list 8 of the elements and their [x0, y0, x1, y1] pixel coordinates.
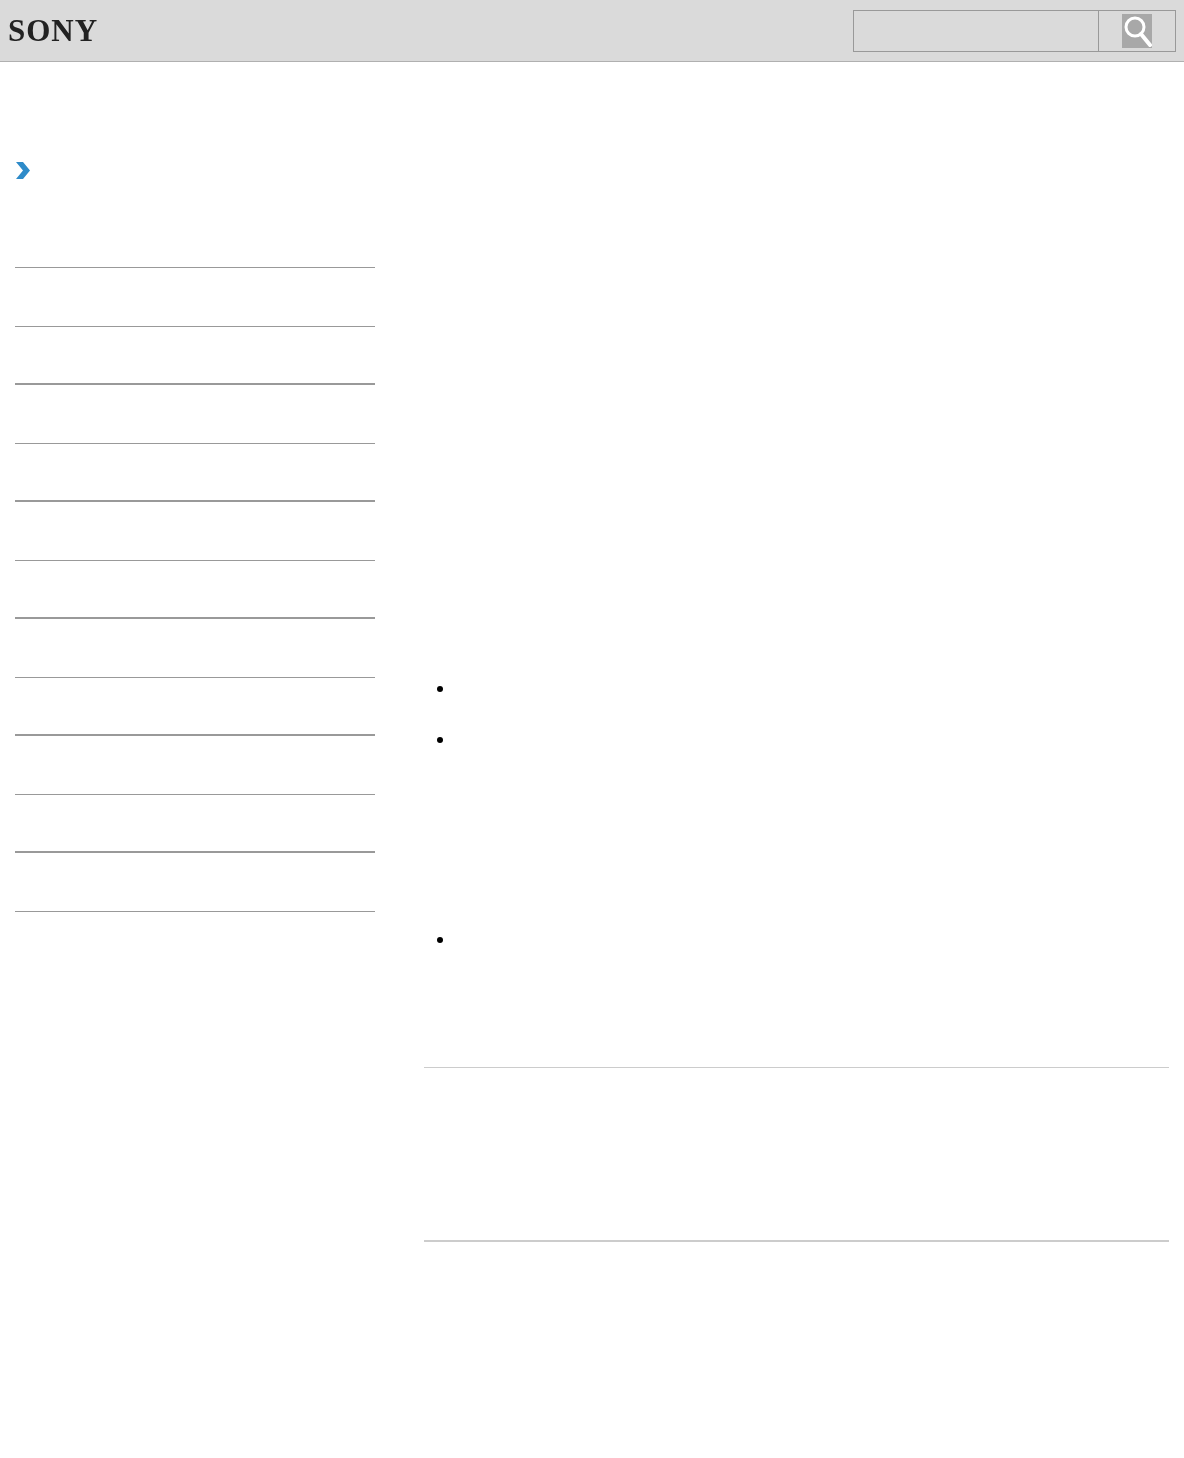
search-icon — [1122, 13, 1152, 48]
bullet-icon — [437, 737, 443, 743]
chevron-icon[interactable] — [14, 162, 30, 179]
logo[interactable]: SONY — [8, 15, 99, 46]
bullet-icon — [437, 937, 443, 943]
bullet-icon — [437, 686, 443, 692]
search-field[interactable] — [853, 9, 1099, 52]
search-button[interactable] — [1099, 9, 1176, 52]
